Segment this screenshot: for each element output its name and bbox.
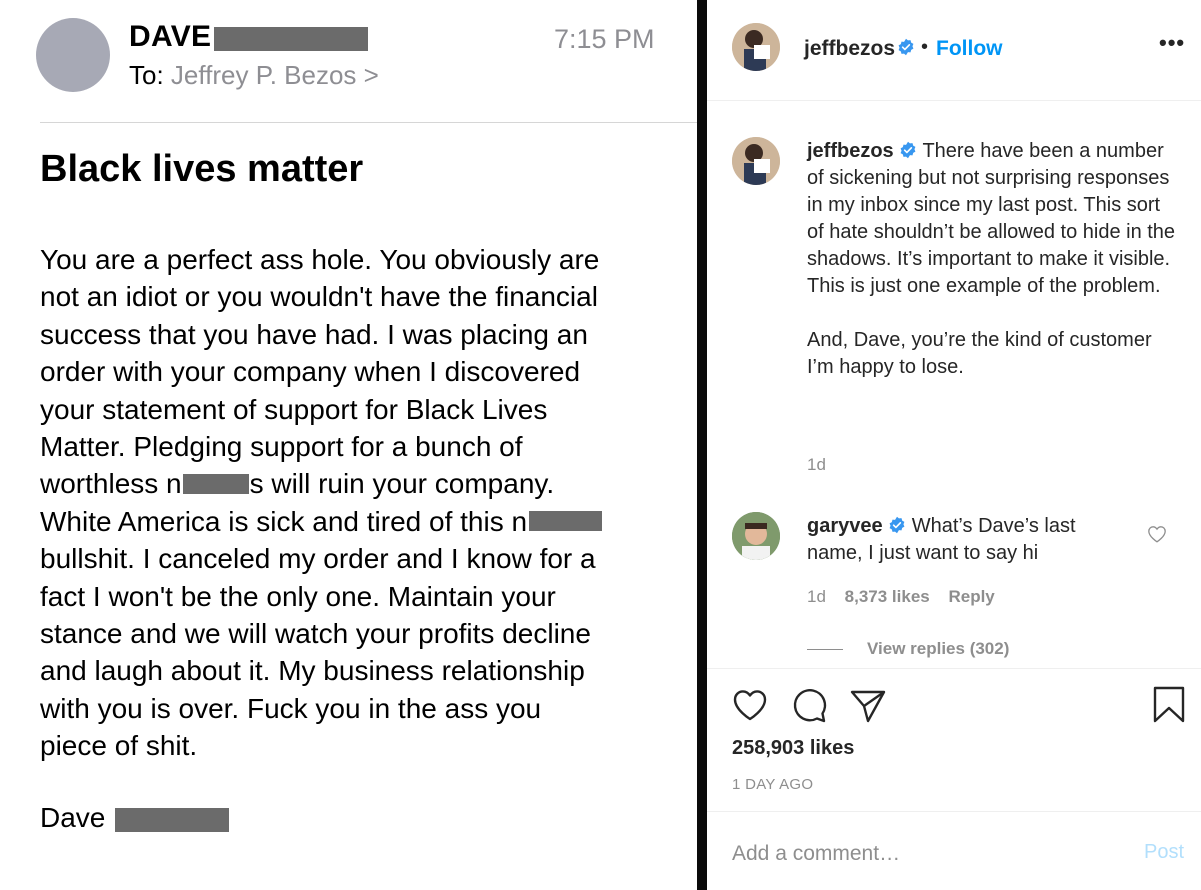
body-text: stance and we will watch your profits de… <box>40 617 591 649</box>
body-text: fact I won't be the only one. Maintain y… <box>40 580 556 612</box>
body-line: worthless n s will ruin your company. <box>40 465 680 502</box>
comment-username[interactable]: garyvee <box>807 515 883 537</box>
comment-like-heart-icon[interactable] <box>1147 525 1167 543</box>
body-line: not an idiot or you wouldn't have the fi… <box>40 278 680 315</box>
share-paper-plane-icon[interactable] <box>848 685 888 725</box>
caption-text-2: And, Dave, you’re the kind of customer I… <box>807 329 1152 378</box>
email-screenshot: DAVE To: Jeffrey P. Bezos > 7:15 PM Blac… <box>0 0 697 890</box>
verified-badge-icon <box>889 516 905 534</box>
body-text: success that you have had. I was placing… <box>40 318 588 350</box>
word-redaction <box>182 473 249 494</box>
comment-box-divider <box>707 811 1201 812</box>
body-text: order with your company when I discovere… <box>40 356 581 388</box>
header-divider <box>40 122 697 123</box>
body-line: and laugh about it. My business relation… <box>40 652 680 689</box>
poster-username[interactable]: jeffbezos <box>804 37 895 61</box>
body-text: Matter. Pledging support for a bunch of <box>40 430 523 462</box>
body-line: Matter. Pledging support for a bunch of <box>40 428 680 465</box>
body-line: success that you have had. I was placing… <box>40 316 680 353</box>
sender-surname-redaction <box>214 27 368 51</box>
body-line: stance and we will watch your profits de… <box>40 615 680 652</box>
caption-text: There have been a number of sickening bu… <box>807 140 1176 297</box>
post-caption: jeffbezos There have been a number of si… <box>807 138 1177 381</box>
replies-line <box>807 649 843 650</box>
caption-avatar[interactable] <box>732 137 780 185</box>
post-date: 1 DAY AGO <box>732 776 814 793</box>
body-line: piece of shit. <box>40 727 680 764</box>
chevron-right-icon: > <box>363 60 379 90</box>
sender-avatar <box>36 18 110 92</box>
email-signoff: Dave <box>40 802 106 833</box>
poster-avatar[interactable] <box>732 23 780 71</box>
commenter-avatar[interactable] <box>732 512 780 560</box>
body-line: fact I won't be the only one. Maintain y… <box>40 578 680 615</box>
caption-username[interactable]: jeffbezos <box>807 140 894 162</box>
more-options-icon[interactable]: ••• <box>1159 30 1185 56</box>
comments-divider <box>707 668 1201 669</box>
comment-likes[interactable]: 8,373 likes <box>845 587 930 606</box>
bookmark-icon[interactable] <box>1149 685 1189 725</box>
body-text: worthless n <box>40 468 182 500</box>
email-time: 7:15 PM <box>554 24 655 54</box>
email-subject: Black lives matter <box>40 148 364 190</box>
body-text: bullshit. I canceled my order and I know… <box>40 543 596 575</box>
body-line: You are a perfect ass hole. You obviousl… <box>40 241 680 278</box>
body-line: bullshit. I canceled my order and I know… <box>40 540 680 577</box>
add-comment-input[interactable] <box>732 838 1112 870</box>
like-count[interactable]: 258,903 likes <box>732 737 854 760</box>
recipient-name: Jeffrey P. Bezos <box>170 60 357 90</box>
reply-button[interactable]: Reply <box>948 587 994 606</box>
body-text: and laugh about it. My business relation… <box>40 655 585 687</box>
comment: garyvee What’s Dave’s last name, I just … <box>807 513 1127 567</box>
like-heart-icon[interactable] <box>730 685 770 725</box>
verified-badge-icon <box>898 38 914 56</box>
comment-bubble-icon[interactable] <box>789 685 829 725</box>
word-redaction <box>529 511 603 532</box>
body-text: piece of shit. <box>40 730 198 762</box>
view-replies-button[interactable]: View replies (302) <box>867 639 1009 659</box>
separator-dot: • <box>921 36 929 58</box>
body-line: order with your company when I discovere… <box>40 353 680 390</box>
follow-button[interactable]: Follow <box>936 37 1003 61</box>
body-text: with you is over. Fuck you in the ass yo… <box>40 692 542 724</box>
recipient-row: To: Jeffrey P. Bezos > <box>129 60 379 91</box>
comment-timestamp[interactable]: 1d <box>807 587 826 606</box>
body-text: You are a perfect ass hole. You obviousl… <box>40 244 600 275</box>
body-line: your statement of support for Black Live… <box>40 391 680 428</box>
body-line: with you is over. Fuck you in the ass yo… <box>40 690 680 727</box>
caption-timestamp[interactable]: 1d <box>807 455 826 475</box>
body-text: White America is sick and tired of this … <box>40 505 528 537</box>
body-text: your statement of support for Black Live… <box>40 393 548 425</box>
instagram-post-panel: jeffbezos • Follow ••• jeffbezos There h… <box>707 0 1201 890</box>
body-line: White America is sick and tired of this … <box>40 503 680 540</box>
header-divider <box>707 100 1201 101</box>
post-comment-button[interactable]: Post <box>1144 841 1184 864</box>
email-body: You are a perfect ass hole. You obviousl… <box>40 241 680 764</box>
sender-name: DAVE <box>129 20 212 53</box>
to-label: To: <box>129 60 164 90</box>
verified-badge-icon <box>900 141 916 159</box>
panel-separator <box>697 0 707 890</box>
body-text: s will ruin your company. <box>249 468 555 500</box>
comment-meta: 1d 8,373 likes Reply <box>807 587 1009 607</box>
signoff-surname-redaction <box>115 808 229 832</box>
body-text: not an idiot or you wouldn't have the fi… <box>40 281 598 313</box>
